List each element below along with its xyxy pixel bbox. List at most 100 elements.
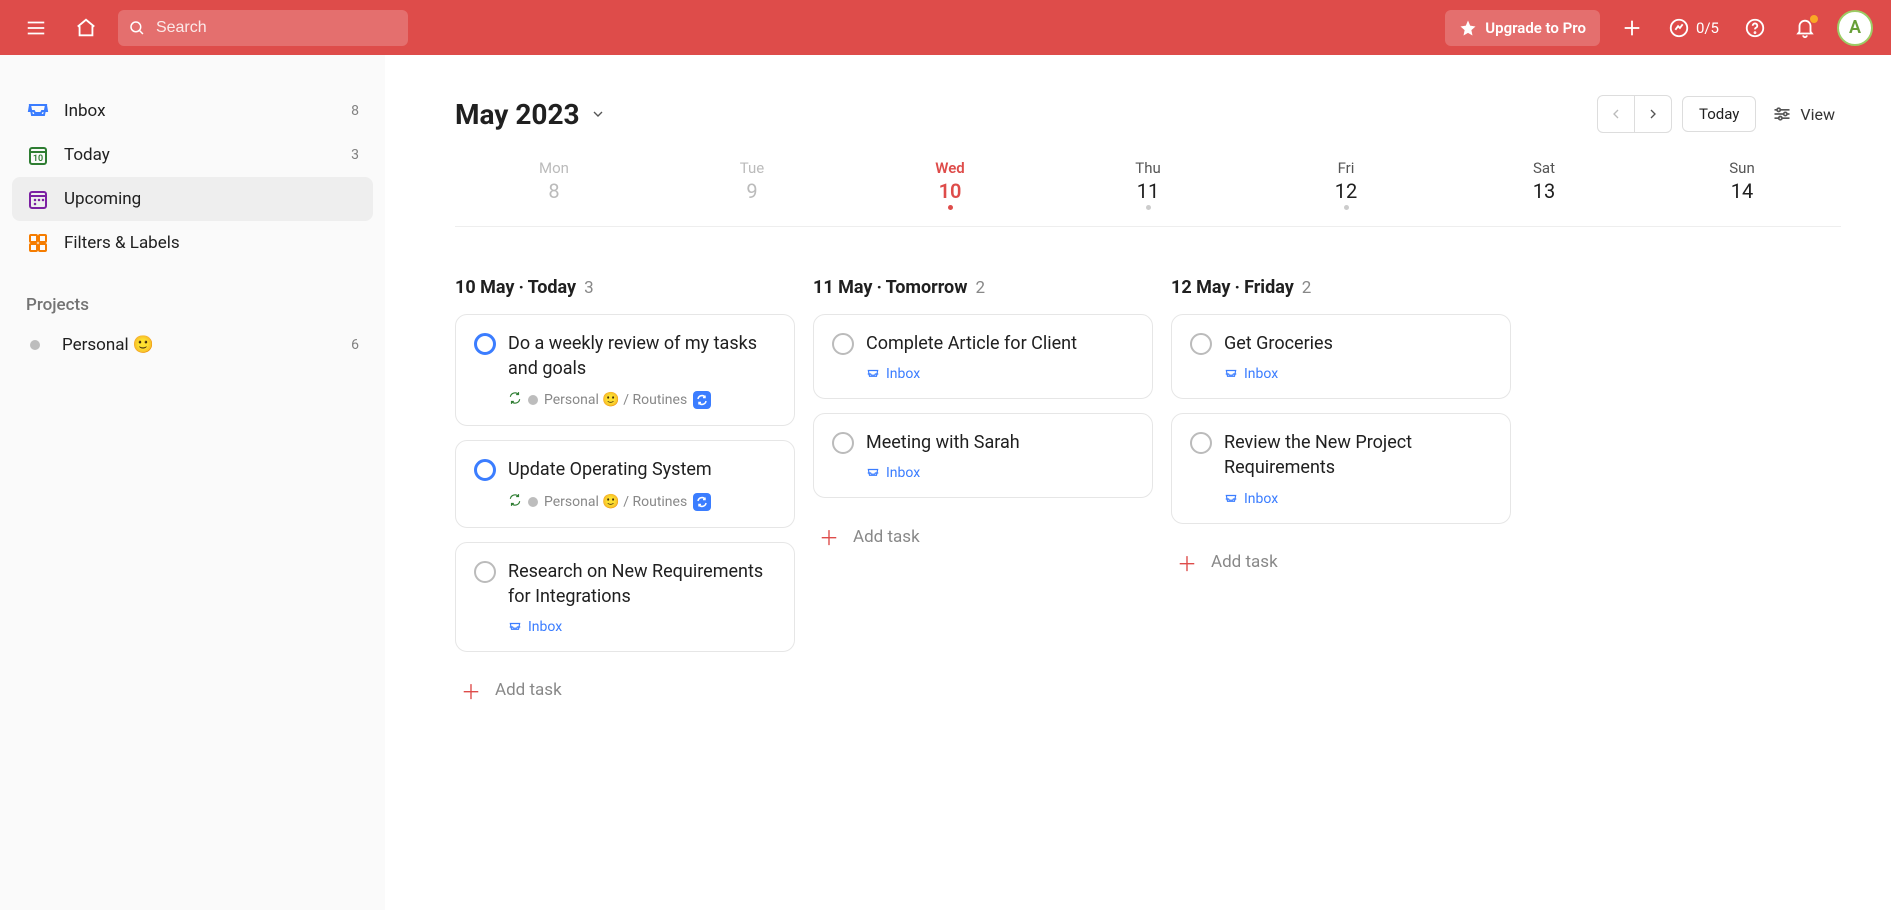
task-card[interactable]: Do a weekly review of my tasks and goals… bbox=[455, 314, 795, 426]
task-inbox-label: Inbox bbox=[1224, 366, 1492, 382]
home-button[interactable] bbox=[68, 10, 104, 46]
day-column[interactable]: Mon8 bbox=[455, 153, 653, 216]
task-inbox-label: Inbox bbox=[1224, 491, 1492, 507]
repeat-badge-icon bbox=[693, 493, 711, 511]
day-name: Tue bbox=[653, 159, 851, 177]
project-dot bbox=[30, 340, 40, 350]
add-task-button[interactable]: ＋ Add task bbox=[1171, 538, 1511, 587]
task-checkbox[interactable] bbox=[474, 561, 496, 583]
day-name: Fri bbox=[1247, 159, 1445, 177]
progress-icon bbox=[1668, 17, 1690, 39]
task-checkbox[interactable] bbox=[1190, 432, 1212, 454]
plus-icon: ＋ bbox=[1177, 548, 1197, 577]
help-icon bbox=[1744, 17, 1766, 39]
task-inbox-label: Inbox bbox=[508, 619, 776, 635]
nav-item-filters[interactable]: Filters & Labels bbox=[12, 221, 373, 265]
upcoming-icon bbox=[26, 187, 50, 211]
view-button[interactable]: View bbox=[1766, 96, 1841, 132]
board-column: 11 May ‧ Tomorrow2 Complete Article for C… bbox=[813, 277, 1153, 561]
task-checkbox[interactable] bbox=[832, 432, 854, 454]
svg-text:10: 10 bbox=[33, 154, 43, 164]
project-count: 6 bbox=[351, 337, 359, 353]
menu-icon bbox=[25, 17, 47, 39]
task-card[interactable]: Get GroceriesInbox bbox=[1171, 314, 1511, 399]
nav-item-inbox[interactable]: Inbox8 bbox=[12, 89, 373, 133]
add-task-label: Add task bbox=[1211, 552, 1278, 572]
day-number: 9 bbox=[653, 179, 851, 203]
view-label: View bbox=[1800, 105, 1835, 124]
repeat-badge-icon bbox=[693, 391, 711, 409]
menu-button[interactable] bbox=[18, 10, 54, 46]
day-has-tasks-dot bbox=[948, 205, 953, 210]
day-has-tasks-dot bbox=[1146, 205, 1151, 210]
upgrade-label: Upgrade to Pro bbox=[1485, 19, 1586, 37]
day-number: 12 bbox=[1247, 179, 1445, 203]
upgrade-button[interactable]: Upgrade to Pro bbox=[1445, 10, 1600, 46]
day-column[interactable]: Sun14 bbox=[1643, 153, 1841, 216]
month-title: May 2023 bbox=[455, 98, 580, 131]
day-column[interactable]: Wed10 bbox=[851, 153, 1049, 216]
task-checkbox[interactable] bbox=[1190, 333, 1212, 355]
task-meta: Personal 🙂 / Routines bbox=[508, 391, 776, 409]
month-picker[interactable]: May 2023 bbox=[455, 98, 606, 131]
avatar-button[interactable]: A bbox=[1837, 10, 1873, 46]
task-title: Update Operating System bbox=[508, 457, 776, 482]
day-name: Thu bbox=[1049, 159, 1247, 177]
day-column[interactable]: Tue 9 bbox=[653, 153, 851, 216]
notifications-button[interactable] bbox=[1787, 10, 1823, 46]
task-card[interactable]: Update Operating System Personal 🙂 / Rout… bbox=[455, 440, 795, 527]
task-project: Personal 🙂 / Routines bbox=[544, 494, 687, 510]
search-box[interactable] bbox=[118, 10, 408, 46]
nav-label: Inbox bbox=[64, 101, 106, 121]
prev-week-button[interactable] bbox=[1598, 96, 1634, 132]
week-nav bbox=[1597, 95, 1672, 133]
quick-add-button[interactable] bbox=[1614, 10, 1650, 46]
task-title: Review the New Project Requirements bbox=[1224, 430, 1492, 480]
inbox-icon bbox=[26, 99, 50, 123]
day-column[interactable]: Fri 12 bbox=[1247, 153, 1445, 216]
add-task-button[interactable]: ＋Add task bbox=[455, 666, 795, 715]
day-name: Sun bbox=[1643, 159, 1841, 177]
week-strip: Mon8Tue 9Wed10Thu11Fri 12Sat13Sun14 bbox=[455, 153, 1841, 227]
column-header: 11 May ‧ Tomorrow2 bbox=[813, 277, 1153, 298]
task-card[interactable]: Complete Article for Client Inbox bbox=[813, 314, 1153, 399]
task-inbox-label: Inbox bbox=[866, 366, 1134, 382]
day-has-tasks-dot bbox=[1344, 205, 1349, 210]
day-number: 13 bbox=[1445, 179, 1643, 203]
productivity-button[interactable]: 0/5 bbox=[1664, 10, 1723, 46]
task-title: Research on New Requirements for Integra… bbox=[508, 559, 776, 609]
task-card[interactable]: Meeting with SarahInbox bbox=[813, 413, 1153, 498]
task-title: Meeting with Sarah bbox=[866, 430, 1134, 455]
day-column[interactable]: Thu11 bbox=[1049, 153, 1247, 216]
today-button[interactable]: Today bbox=[1682, 96, 1756, 132]
nav-item-today[interactable]: 10Today3 bbox=[12, 133, 373, 177]
task-title: Complete Article for Client bbox=[866, 331, 1134, 356]
day-column[interactable]: Sat13 bbox=[1445, 153, 1643, 216]
task-card[interactable]: Review the New Project Requirements Inbox bbox=[1171, 413, 1511, 523]
star-icon bbox=[1459, 19, 1477, 37]
task-checkbox[interactable] bbox=[832, 333, 854, 355]
nav-label: Filters & Labels bbox=[64, 233, 180, 253]
projects-header[interactable]: Projects bbox=[12, 265, 373, 323]
sliders-icon bbox=[1772, 104, 1792, 124]
project-item[interactable]: Personal 🙂 6 bbox=[12, 323, 373, 367]
column-header: 10 May ‧ Today3 bbox=[455, 277, 795, 298]
chevron-down-icon bbox=[590, 106, 606, 122]
next-week-button[interactable] bbox=[1635, 96, 1671, 132]
add-task-button[interactable]: ＋Add task bbox=[813, 512, 1153, 561]
plus-icon: ＋ bbox=[819, 522, 839, 551]
project-label: Personal 🙂 bbox=[62, 335, 154, 355]
day-number: 8 bbox=[455, 179, 653, 203]
project-dot-icon bbox=[528, 497, 538, 507]
help-button[interactable] bbox=[1737, 10, 1773, 46]
board-column: 12 May ‧ Friday2Get GroceriesInboxReview… bbox=[1171, 277, 1511, 587]
plus-icon: ＋ bbox=[461, 676, 481, 705]
task-checkbox[interactable] bbox=[474, 333, 496, 355]
search-input[interactable] bbox=[156, 19, 398, 37]
nav-item-upcoming[interactable]: Upcoming bbox=[12, 177, 373, 221]
today-button-label: Today bbox=[1699, 105, 1739, 123]
task-card[interactable]: Research on New Requirements for Integra… bbox=[455, 542, 795, 652]
day-name: Wed bbox=[851, 159, 1049, 177]
app-header: Upgrade to Pro 0/5 A bbox=[0, 0, 1891, 55]
task-checkbox[interactable] bbox=[474, 459, 496, 481]
